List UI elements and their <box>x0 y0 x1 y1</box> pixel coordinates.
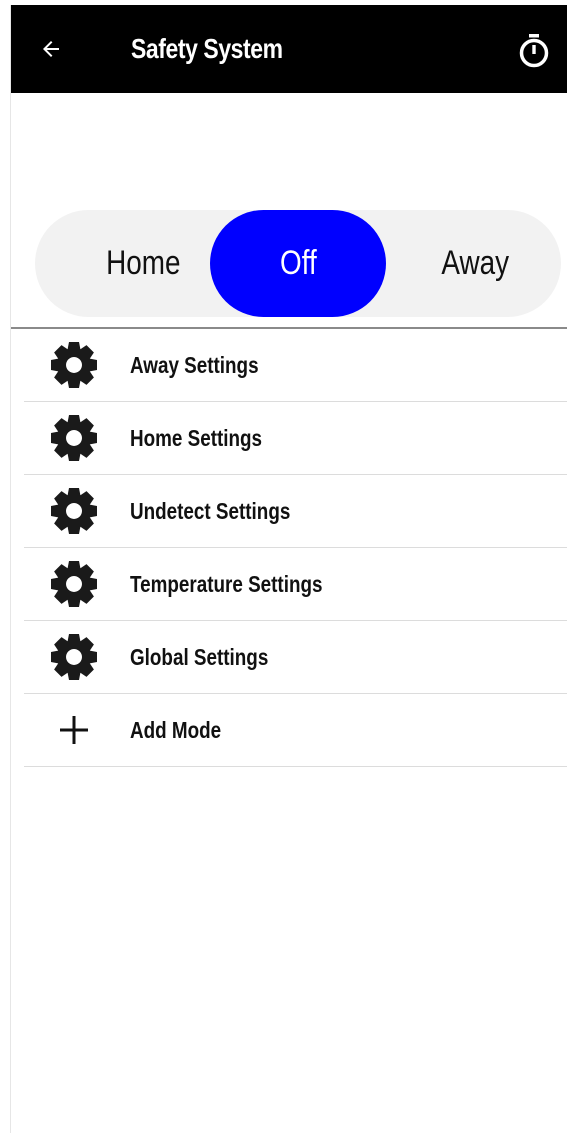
back-button[interactable] <box>33 29 69 69</box>
gear-icon <box>48 339 100 391</box>
gear-icon <box>48 485 100 537</box>
app-screen: Safety System Home Off Away Away Setting… <box>10 5 567 1133</box>
mode-away-option[interactable]: Away <box>405 210 545 317</box>
list-item-label: Home Settings <box>130 424 263 451</box>
arrow-left-icon <box>43 41 59 57</box>
list-item-label: Undetect Settings <box>130 497 291 524</box>
list-item-label: Global Settings <box>130 643 269 670</box>
mode-away-label: Away <box>441 244 509 282</box>
app-bar: Safety System <box>11 5 567 93</box>
settings-list: Away Settings Home Settings Undetect Set… <box>24 329 567 767</box>
list-item-label: Temperature Settings <box>130 570 323 597</box>
list-item-add-mode[interactable]: Add Mode <box>24 694 567 767</box>
gear-icon <box>48 412 100 464</box>
page-title: Safety System <box>131 33 283 64</box>
gear-icon <box>48 558 100 610</box>
list-item-away-settings[interactable]: Away Settings <box>24 329 567 402</box>
mode-home-label: Home <box>105 244 181 282</box>
list-item-global-settings[interactable]: Global Settings <box>24 621 567 694</box>
list-item-label: Add Mode <box>130 716 222 743</box>
timer-icon <box>519 34 549 68</box>
list-item-home-settings[interactable]: Home Settings <box>24 402 567 475</box>
plus-icon <box>48 704 100 756</box>
mode-home-option[interactable]: Home <box>63 210 223 317</box>
list-item-temperature-settings[interactable]: Temperature Settings <box>24 548 567 621</box>
list-item-undetect-settings[interactable]: Undetect Settings <box>24 475 567 548</box>
gear-icon <box>48 631 100 683</box>
list-item-label: Away Settings <box>130 351 259 378</box>
mode-selector: Home Off Away <box>35 210 561 317</box>
mode-off-option[interactable]: Off <box>210 210 386 317</box>
timer-button[interactable] <box>514 29 554 73</box>
mode-off-label: Off <box>279 244 317 282</box>
